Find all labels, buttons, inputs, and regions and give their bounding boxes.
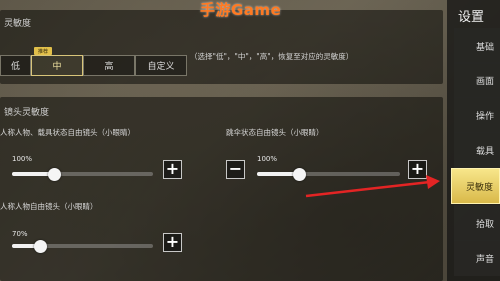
- sidebar-item-basic[interactable]: 基础: [454, 28, 500, 64]
- sidebar-item-audio[interactable]: 声音: [454, 240, 500, 276]
- sensitivity-panel: 灵敏度 推荐 低 中 高 自定义 （选择"低"，"中"，"高"，恢复至对应的灵敏…: [0, 10, 443, 84]
- sensitivity-title: 灵敏度: [4, 19, 32, 29]
- sidebar-item-vehicle[interactable]: 载具: [454, 132, 500, 168]
- sidebar-item-pickup[interactable]: 拾取: [454, 205, 500, 241]
- sensitivity-option-medium[interactable]: 中: [31, 55, 83, 76]
- slider-value-parachute: 100%: [257, 155, 278, 163]
- settings-sidebar: 设置 基础 画面 操作 载具 灵敏度 拾取 声音: [447, 0, 500, 281]
- slider-label-parachute: 跳伞状态自由镜头（小眼睛）: [226, 128, 324, 137]
- sensitivity-hint: （选择"低"，"中"，"高"，恢复至对应的灵敏度）: [190, 52, 354, 61]
- settings-title: 设置: [458, 10, 485, 25]
- sensitivity-option-low[interactable]: 低: [0, 55, 31, 76]
- game-settings-screen: 灵敏度 推荐 低 中 高 自定义 （选择"低"，"中"，"高"，恢复至对应的灵敏…: [0, 0, 500, 281]
- watermark-logo: 手游Game: [200, 1, 282, 19]
- decrease-button[interactable]: −: [226, 160, 245, 179]
- camera-sensitivity-title: 镜头灵敏度: [4, 108, 50, 118]
- slider-track-parachute[interactable]: [257, 167, 400, 181]
- slider-value-tpp-vehicle: 100%: [12, 155, 33, 163]
- sensitivity-option-custom[interactable]: 自定义: [135, 55, 187, 76]
- slider-value-tpp-character: 70%: [12, 230, 28, 238]
- increase-button[interactable]: +: [163, 160, 182, 179]
- camera-sensitivity-panel: 镜头灵敏度 人称人物、载具状态自由镜头（小眼睛） 100% + 跳伞状态自由镜头…: [0, 97, 443, 281]
- sidebar-item-sensitivity[interactable]: 灵敏度: [451, 168, 500, 204]
- increase-button[interactable]: +: [163, 233, 182, 252]
- recommended-badge: 推荐: [34, 47, 52, 55]
- sidebar-item-controls[interactable]: 操作: [454, 97, 500, 133]
- slider-track-tpp-character[interactable]: [12, 239, 153, 253]
- slider-knob[interactable]: [293, 167, 307, 181]
- slider-knob[interactable]: [33, 239, 47, 253]
- slider-label-tpp-vehicle: 人称人物、载具状态自由镜头（小眼睛）: [0, 128, 135, 137]
- slider-track-tpp-vehicle[interactable]: [12, 167, 153, 181]
- slider-label-tpp-character: 人称人物自由镜头（小眼睛）: [0, 202, 98, 211]
- sidebar-item-graphics[interactable]: 画面: [454, 62, 500, 98]
- slider-knob[interactable]: [47, 167, 61, 181]
- sensitivity-option-high[interactable]: 高: [83, 55, 135, 76]
- increase-button[interactable]: +: [408, 160, 427, 179]
